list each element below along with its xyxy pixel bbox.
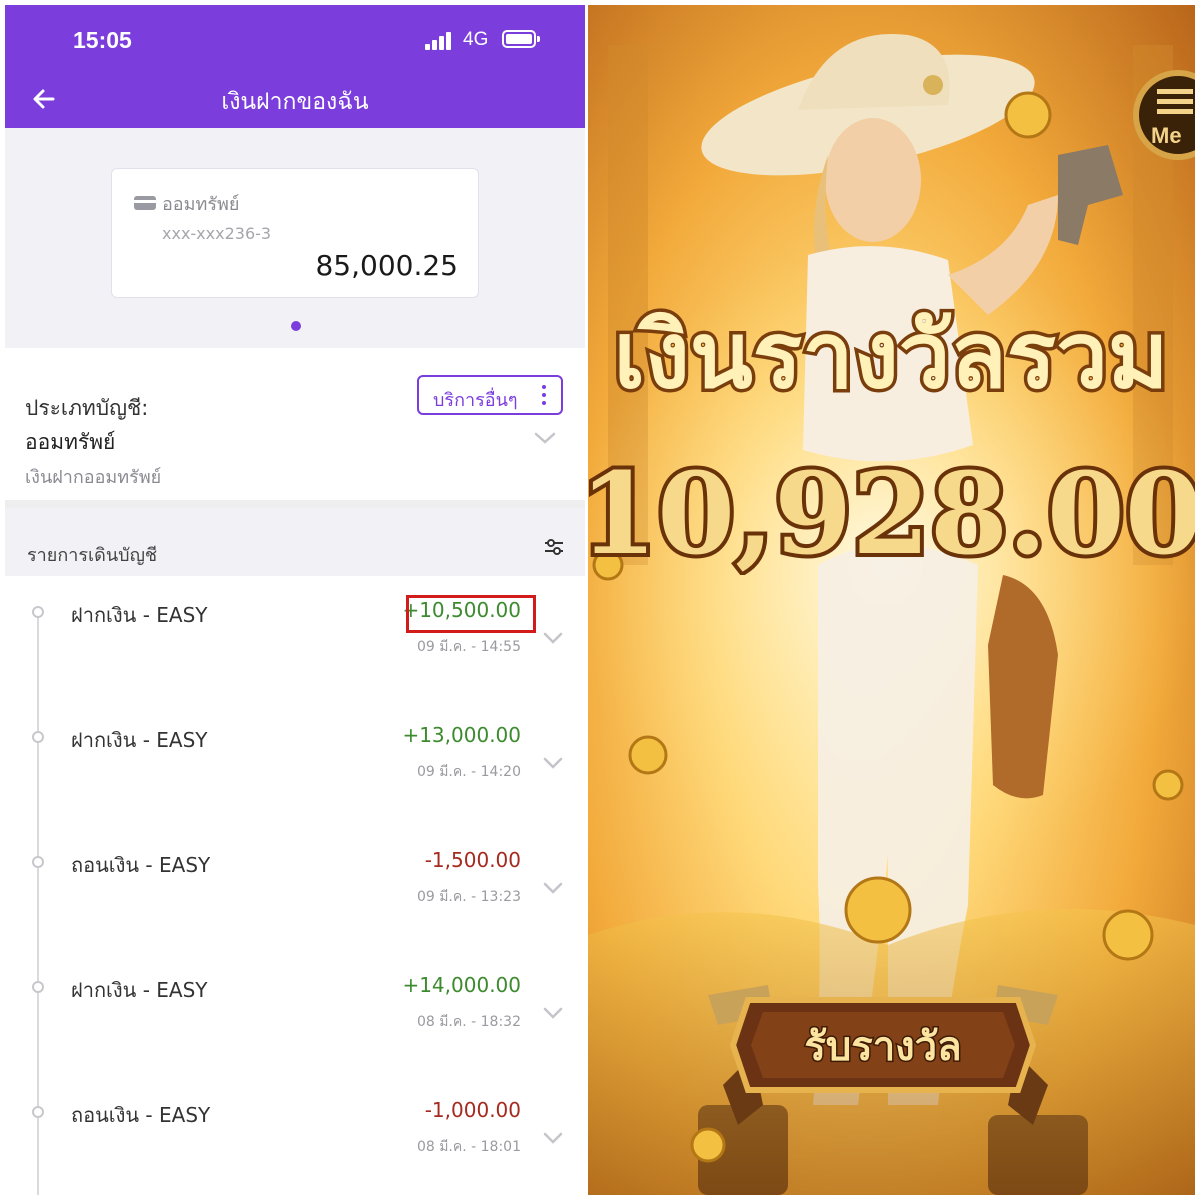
status-time: 15:05 bbox=[73, 27, 132, 53]
account-balance: 85,000.25 bbox=[315, 249, 458, 282]
chevron-down-icon[interactable] bbox=[542, 756, 564, 770]
revolver bbox=[1058, 145, 1123, 245]
page-title: เงินฝากของฉัน bbox=[221, 89, 369, 115]
transaction-row[interactable]: ฝากเงิน - EASY +13,000.00 09 มี.ค. - 14:… bbox=[5, 701, 585, 826]
highlight-box bbox=[406, 595, 536, 633]
menu-label: Me bbox=[1151, 123, 1182, 148]
transaction-amount: -1,000.00 bbox=[424, 1098, 521, 1122]
account-type-label: ประเภทบัญชี: bbox=[25, 396, 149, 420]
prize-title-text: เงินรางวัลรวม bbox=[613, 302, 1168, 409]
account-carousel: ออมทรัพย์ xxx-xxx236-3 85,000.25 bbox=[5, 128, 585, 348]
timeline-dot bbox=[32, 981, 44, 993]
chevron-down-icon[interactable] bbox=[542, 1006, 564, 1020]
transaction-description: ฝากเงิน - EASY bbox=[71, 603, 208, 627]
transaction-amount: -1,500.00 bbox=[424, 848, 521, 872]
chevron-down-icon[interactable] bbox=[542, 1131, 564, 1145]
account-card[interactable]: ออมทรัพย์ xxx-xxx236-3 85,000.25 bbox=[111, 168, 479, 298]
transaction-list: ฝากเงิน - EASY +10,500.00 09 มี.ค. - 14:… bbox=[5, 576, 585, 1195]
transaction-date: 09 มี.ค. - 14:55 bbox=[416, 639, 521, 655]
banking-app-screen: 15:05 4G เงินฝากของฉัน ออมทรัพย์ xxx-xxx… bbox=[5, 5, 585, 1195]
section-divider bbox=[5, 500, 585, 508]
account-type-description: เงินฝากออมทรัพย์ bbox=[25, 467, 162, 488]
more-vertical-icon bbox=[541, 385, 547, 407]
transaction-description: ฝากเงิน - EASY bbox=[71, 978, 208, 1002]
claim-reward-label: รับรางวัล bbox=[804, 1024, 961, 1070]
account-card-type: ออมทรัพย์ bbox=[162, 194, 240, 215]
chevron-down-icon[interactable] bbox=[542, 881, 564, 895]
other-services-label: บริการอื่นๆ bbox=[433, 390, 518, 411]
app-bar: เงินฝากของฉัน bbox=[5, 70, 585, 128]
battery-icon bbox=[502, 30, 540, 48]
sheriff-badge bbox=[923, 75, 943, 95]
transaction-description: ฝากเงิน - EASY bbox=[71, 728, 208, 752]
hat-crown bbox=[798, 33, 950, 110]
transaction-amount: +14,000.00 bbox=[402, 973, 521, 997]
transaction-date: 09 มี.ค. - 13:23 bbox=[416, 889, 521, 905]
prize-title: เงินรางวัลรวม bbox=[610, 299, 1172, 413]
transaction-row[interactable]: ถอนเงิน - EASY -1,500.00 09 มี.ค. - 13:2… bbox=[5, 826, 585, 951]
chevron-down-icon[interactable] bbox=[542, 631, 564, 645]
transaction-date: 08 มี.ค. - 18:32 bbox=[416, 1014, 521, 1030]
transaction-date: 09 มี.ค. - 14:20 bbox=[416, 764, 521, 780]
game-win-screen: Me เงินรางวัลรวม 10,928.00 รับรางวัล bbox=[588, 5, 1195, 1195]
chevron-down-icon[interactable] bbox=[533, 430, 557, 446]
carousel-page-indicator bbox=[291, 321, 301, 331]
face bbox=[825, 118, 921, 242]
timeline-dot bbox=[32, 731, 44, 743]
account-type-section: ประเภทบัญชี: ออมทรัพย์ เงินฝากออมทรัพย์ … bbox=[5, 348, 585, 500]
claim-reward-button[interactable]: รับรางวัล bbox=[723, 980, 1043, 1110]
filter-icon[interactable] bbox=[543, 536, 565, 558]
account-type-value: ออมทรัพย์ bbox=[25, 430, 116, 454]
other-services-button[interactable]: บริการอื่นๆ bbox=[417, 375, 563, 415]
game-menu-button[interactable]: Me bbox=[1133, 65, 1195, 175]
transaction-row[interactable]: ถอนเงิน - EASY -1,000.00 08 มี.ค. - 18:0… bbox=[5, 1076, 585, 1195]
transaction-row[interactable]: ฝากเงิน - EASY +10,500.00 09 มี.ค. - 14:… bbox=[5, 576, 585, 701]
prize-amount-text: 10,928.00 bbox=[588, 449, 1195, 575]
timeline-dot bbox=[32, 606, 44, 618]
network-type: 4G bbox=[463, 29, 489, 50]
transaction-description: ถอนเงิน - EASY bbox=[71, 1103, 211, 1127]
wallet-icon bbox=[134, 196, 156, 210]
transactions-header: รายการเดินบัญชี bbox=[5, 508, 585, 576]
signal-icon bbox=[425, 30, 455, 50]
transactions-header-label: รายการเดินบัญชี bbox=[27, 545, 158, 566]
transaction-row[interactable]: ฝากเงิน - EASY +14,000.00 08 มี.ค. - 18:… bbox=[5, 951, 585, 1076]
status-bar: 15:05 4G bbox=[5, 5, 585, 70]
account-number: xxx-xxx236-3 bbox=[162, 224, 272, 243]
timeline-dot bbox=[32, 856, 44, 868]
transaction-description: ถอนเงิน - EASY bbox=[71, 853, 211, 877]
timeline-dot bbox=[32, 1106, 44, 1118]
prize-amount: 10,928.00 bbox=[588, 445, 1195, 575]
transaction-date: 08 มี.ค. - 18:01 bbox=[416, 1139, 521, 1155]
transaction-amount: +13,000.00 bbox=[402, 723, 521, 747]
